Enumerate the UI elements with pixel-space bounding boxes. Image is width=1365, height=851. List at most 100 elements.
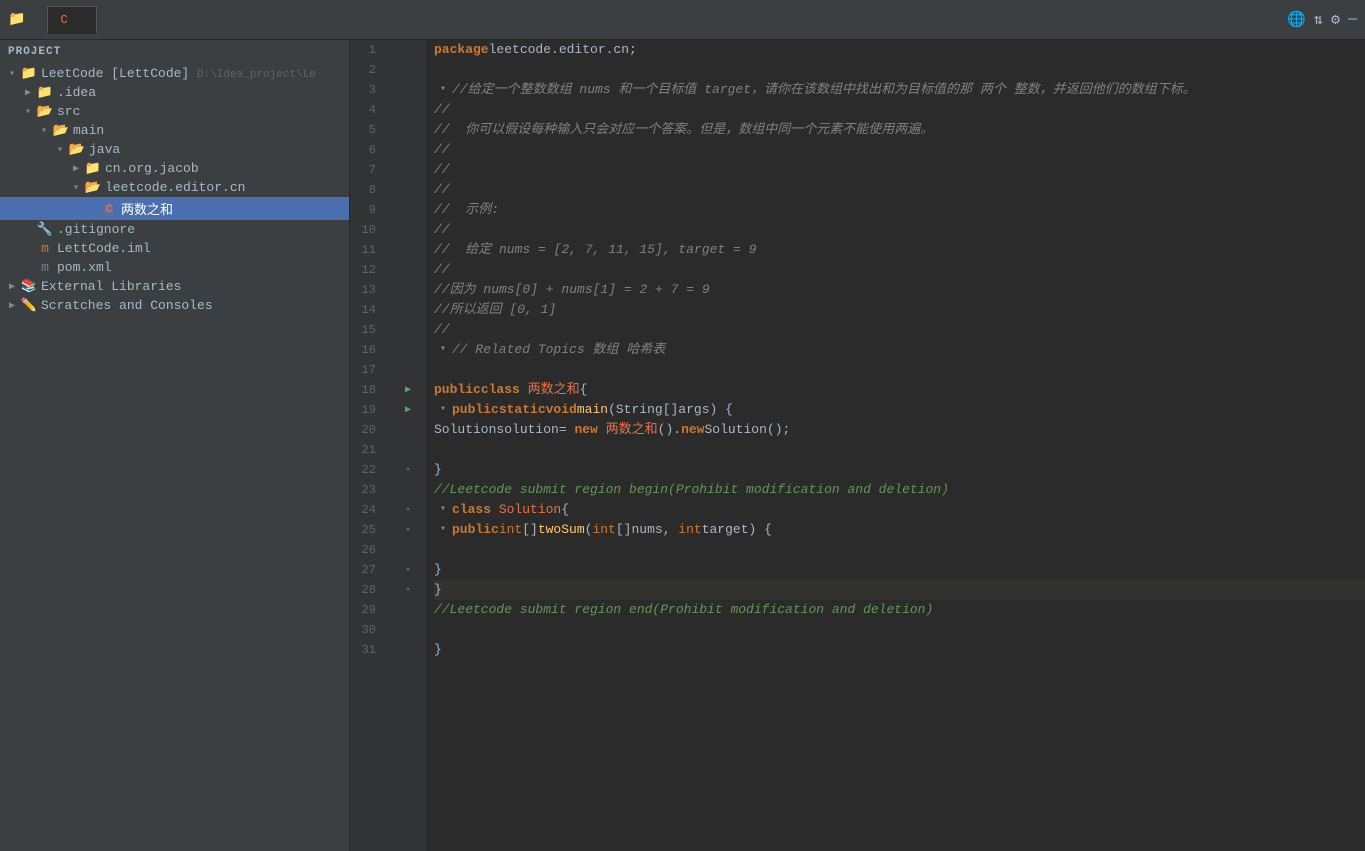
gutter-line-22: ▿ <box>390 460 426 480</box>
line-number-17: 17 <box>350 360 382 380</box>
tree-arrow: ▾ <box>52 144 68 156</box>
line-number-7: 7 <box>350 160 382 180</box>
tree-label: .gitignore <box>57 222 135 237</box>
line-number-29: 29 <box>350 600 382 620</box>
keyword: package <box>434 40 489 60</box>
sidebar-item-idea[interactable]: ▶ 📁 .idea <box>0 83 349 102</box>
tree-icon-folder-open: 📂 <box>68 142 86 157</box>
gutter-line-29 <box>390 600 426 620</box>
line-number-2: 2 <box>350 60 382 80</box>
gutter-line-18: ▶ <box>390 380 426 400</box>
line-number-15: 15 <box>350 320 382 340</box>
line-number-1: 1 <box>350 40 382 60</box>
sidebar-item-src[interactable]: ▾ 📂 src <box>0 102 349 121</box>
fold-icon[interactable]: ▿ <box>405 585 410 595</box>
gutter-line-17 <box>390 360 426 380</box>
globe-icon[interactable]: 🌐 <box>1287 10 1306 29</box>
run-icon[interactable]: ▶ <box>405 404 411 416</box>
gutter-line-27: ▿ <box>390 560 426 580</box>
fold-btn-24[interactable]: ▾ <box>436 503 450 517</box>
project-title[interactable]: 📁 <box>8 11 37 28</box>
tree-arrow: ▾ <box>4 68 20 80</box>
line-number-8: 8 <box>350 180 382 200</box>
sidebar-item-gitignore[interactable]: 🔧 .gitignore <box>0 220 349 239</box>
code-line-13: //因为 nums[0] + nums[1] = 2 + 7 = 9 <box>434 280 1365 300</box>
line-number-26: 26 <box>350 540 382 560</box>
sidebar-item-main[interactable]: ▾ 📂 main <box>0 121 349 140</box>
code-line-17 <box>434 360 1365 380</box>
fold-icon[interactable]: ▿ <box>405 565 410 575</box>
settings-icon[interactable]: ⚙ <box>1331 10 1340 29</box>
tree-icon-folder-open: 📂 <box>52 123 70 138</box>
gutter-line-7 <box>390 160 426 180</box>
code-line-29: //Leetcode submit region end(Prohibit mo… <box>434 600 1365 620</box>
line-number-4: 4 <box>350 100 382 120</box>
tree-label: LettCode.iml <box>57 241 151 256</box>
code-line-25: ▾ public int[] twoSum(int[] nums, int ta… <box>434 520 1365 540</box>
run-icon[interactable]: ▶ <box>405 384 411 396</box>
gutter-line-8 <box>390 180 426 200</box>
fold-icon[interactable]: ▿ <box>405 525 410 535</box>
tab-bar: C <box>47 6 1277 34</box>
gutter-line-15 <box>390 320 426 340</box>
sidebar-item-lettcode-iml[interactable]: m LettCode.iml <box>0 239 349 258</box>
code-line-11: // 给定 nums = [2, 7, 11, 15], target = 9 <box>434 240 1365 260</box>
active-tab[interactable]: C <box>47 6 96 34</box>
code-area[interactable]: package leetcode.editor.cn; ▾//给定一个整数数组 … <box>426 40 1365 851</box>
fold-button-16[interactable]: ▾ <box>436 343 450 357</box>
gutter-line-12 <box>390 260 426 280</box>
sidebar-item-pom-xml[interactable]: m pom.xml <box>0 258 349 277</box>
gutter-line-2 <box>390 60 426 80</box>
tree-icon-gitignore: 🔧 <box>36 222 54 237</box>
code-line-4: // <box>434 100 1365 120</box>
gutter-line-11 <box>390 240 426 260</box>
sidebar-item-cn-org-jacob[interactable]: ▶ 📁 cn.org.jacob <box>0 159 349 178</box>
sidebar-item-scratches[interactable]: ▶ ✏️ Scratches and Consoles <box>0 296 349 315</box>
gutter-line-30 <box>390 620 426 640</box>
sidebar-item-liangshuhe[interactable]: C 两数之和 <box>0 197 349 220</box>
code-line-7: // <box>434 160 1365 180</box>
gutter-line-24: ▿ <box>390 500 426 520</box>
tree-label: src <box>57 104 80 119</box>
fold-icon[interactable]: ▿ <box>405 465 410 475</box>
line-number-20: 20 <box>350 420 382 440</box>
minimize-icon[interactable]: — <box>1348 11 1357 28</box>
tree-label: leetcode.editor.cn <box>105 180 245 195</box>
gutter-line-10 <box>390 220 426 240</box>
tree-label: main <box>73 123 104 138</box>
code-line-26 <box>434 540 1365 560</box>
split-icon[interactable]: ⇅ <box>1314 10 1323 29</box>
sidebar-item-leetcode-editor-cn[interactable]: ▾ 📂 leetcode.editor.cn <box>0 178 349 197</box>
editor-content[interactable]: 1234567891011121314151617181920212223242… <box>350 40 1365 851</box>
code-line-22: } <box>434 460 1365 480</box>
sidebar-title: Project <box>8 46 61 58</box>
line-number-3: 3 <box>350 80 382 100</box>
code-line-2 <box>434 60 1365 80</box>
line-number-11: 11 <box>350 240 382 260</box>
fold-btn-19[interactable]: ▾ <box>436 403 450 417</box>
code-line-14: //所以返回 [0, 1] <box>434 300 1365 320</box>
gutter-line-9 <box>390 200 426 220</box>
line-number-31: 31 <box>350 640 382 660</box>
sidebar-item-leetcode-root[interactable]: ▾ 📁 LeetCode [LettCode] D:\Idea_project\… <box>0 64 349 83</box>
keyword-public: public <box>434 380 481 400</box>
sidebar-item-external-libs[interactable]: ▶ 📚 External Libraries <box>0 277 349 296</box>
code-line-3: ▾//给定一个整数数组 nums 和一个目标值 target，请你在该数组中找出… <box>434 80 1365 100</box>
line-number-16: 16 <box>350 340 382 360</box>
code-line-9: // 示例: <box>434 200 1365 220</box>
line-number-30: 30 <box>350 620 382 640</box>
code-line-12: // <box>434 260 1365 280</box>
fold-button[interactable]: ▾ <box>436 83 450 97</box>
tree-icon-lib: 📚 <box>20 279 38 294</box>
code-line-30 <box>434 620 1365 640</box>
fold-btn-25[interactable]: ▾ <box>436 523 450 537</box>
sidebar-item-java[interactable]: ▾ 📂 java <box>0 140 349 159</box>
code-line-1: package leetcode.editor.cn; <box>434 40 1365 60</box>
tree-icon-folder: 📁 <box>36 85 54 100</box>
tree-arrow: ▶ <box>20 87 36 99</box>
title-bar-actions: 🌐 ⇅ ⚙ — <box>1287 10 1357 29</box>
line-number-27: 27 <box>350 560 382 580</box>
fold-icon[interactable]: ▿ <box>405 505 410 515</box>
line-number-25: 25 <box>350 520 382 540</box>
tree-label: 两数之和 <box>121 199 173 218</box>
